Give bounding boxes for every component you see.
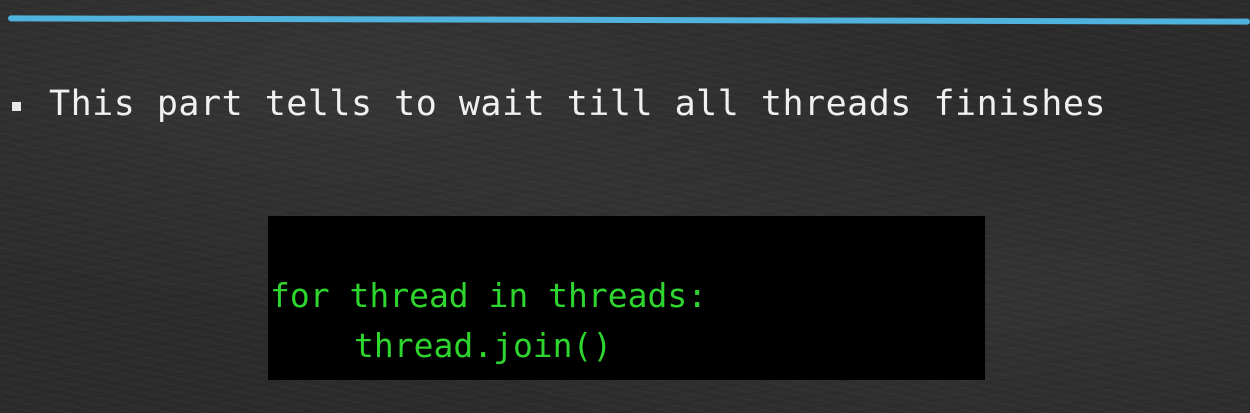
square-bullet-icon — [12, 101, 21, 111]
code-line: thread.join() — [354, 326, 613, 365]
code-block: for thread in threads: thread.join() — [268, 216, 985, 380]
bullet-text: This part tells to wait till all threads… — [49, 84, 1107, 124]
code-line: for thread in threads: — [270, 276, 708, 315]
top-divider — [7, 15, 1250, 25]
bullet-item: This part tells to wait till all threads… — [12, 82, 1106, 126]
slide: This part tells to wait till all threads… — [0, 0, 1250, 413]
